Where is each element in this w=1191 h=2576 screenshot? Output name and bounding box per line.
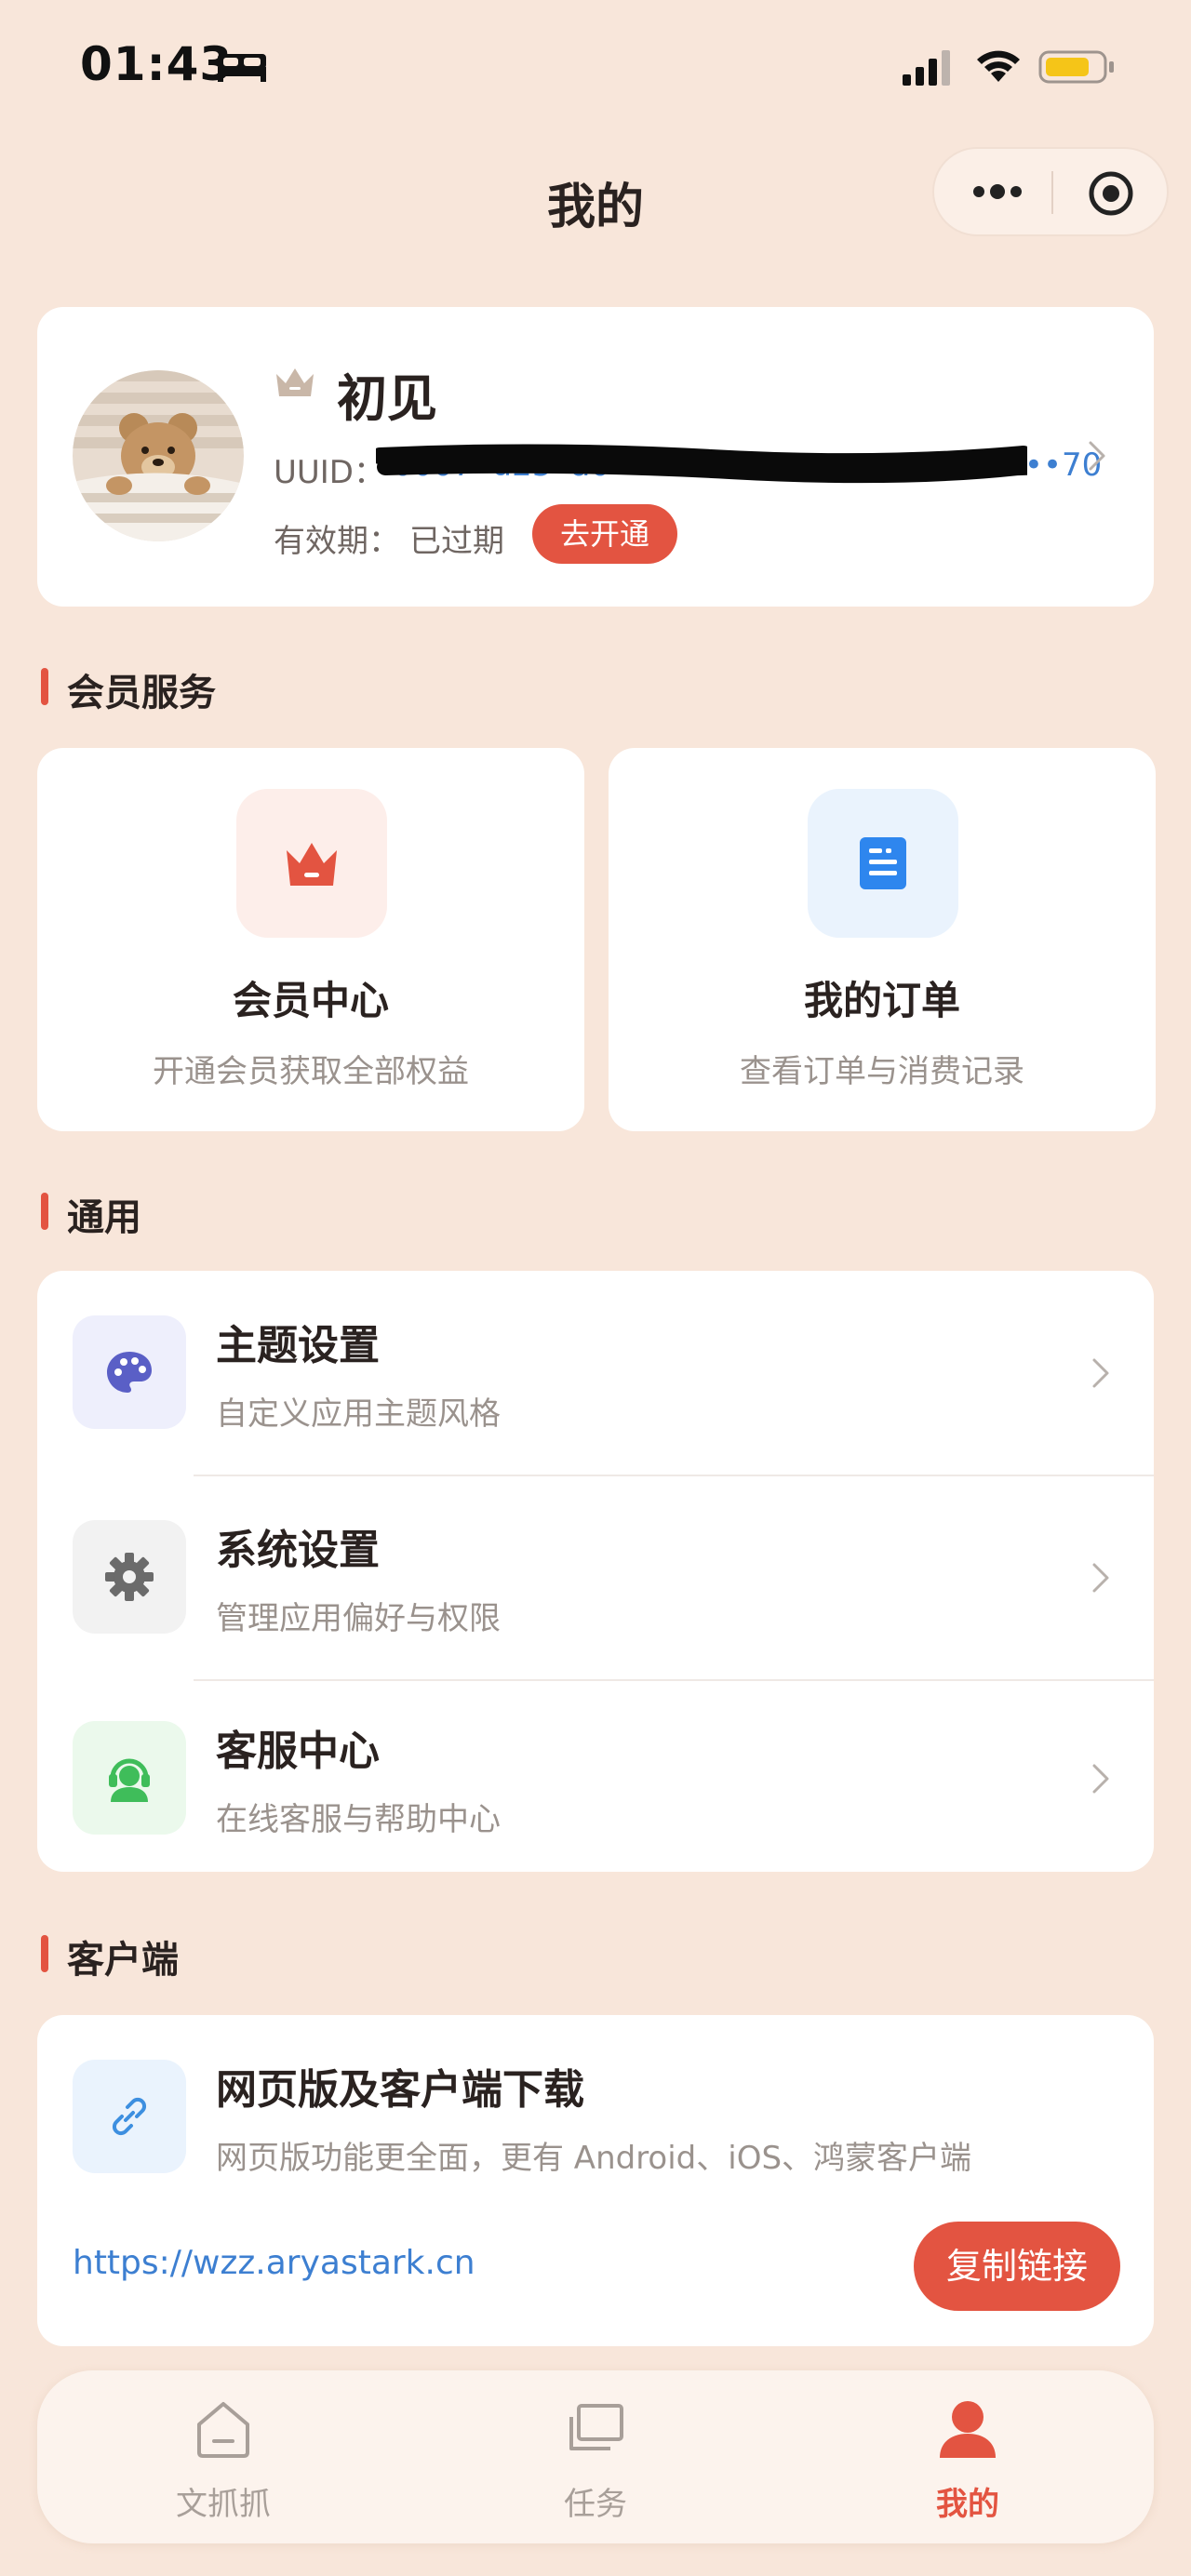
link-icon: [112, 2097, 147, 2136]
member-center-icon-bg: [236, 789, 387, 938]
client-download-card: 网页版及客户端下载 网页版功能更全面，更有 Android、iOS、鸿蒙客户端 …: [37, 2015, 1154, 2346]
tab-home[interactable]: 文抓抓: [37, 2370, 409, 2543]
member-center-subtitle: 开通会员获取全部权益: [153, 1053, 469, 1090]
theme-icon-bg: [73, 1315, 186, 1429]
mini-program-capsule: [932, 147, 1169, 236]
my-orders-icon-bg: [808, 789, 958, 938]
activate-button[interactable]: 去开通: [532, 504, 677, 564]
customer-service-subtitle: 在线客服与帮助中心: [216, 1801, 501, 1838]
avatar[interactable]: [73, 370, 244, 541]
target-icon[interactable]: [1087, 169, 1135, 218]
section-title-member: 会员服务: [67, 672, 216, 714]
chevron-right-icon: [1092, 1764, 1109, 1794]
document-icon: [860, 837, 906, 889]
section-accent-bar: [41, 1935, 48, 1972]
list-item-theme-settings[interactable]: 主题设置 自定义应用主题风格: [37, 1271, 1154, 1475]
nickname: 初见: [337, 369, 437, 428]
gear-icon: [105, 1553, 154, 1601]
tab-mine-label: 我的: [936, 2486, 999, 2523]
link-icon-bg: [73, 2060, 186, 2173]
list-item-customer-service[interactable]: 客服中心 在线客服与帮助中心: [37, 1680, 1154, 1885]
copy-link-button[interactable]: 复制链接: [914, 2222, 1120, 2311]
theme-settings-title: 主题设置: [216, 1322, 380, 1369]
signal-icon: [903, 50, 950, 86]
section-title-client: 客户端: [67, 1939, 179, 1982]
bottom-tab-bar: 文抓抓 任务 我的: [37, 2370, 1154, 2543]
headset-icon: [109, 1758, 150, 1802]
customer-service-title: 客服中心: [216, 1728, 380, 1775]
profile-card[interactable]: 初见 UUID： f0007•d25•a0••1fe5b••••••••••00…: [37, 307, 1154, 607]
tab-tasks[interactable]: 任务: [409, 2370, 782, 2543]
more-dots-icon[interactable]: [968, 173, 1027, 210]
my-orders-tile[interactable]: 我的订单 查看订单与消费记录: [609, 748, 1156, 1131]
system-icon-bg: [73, 1520, 186, 1634]
section-accent-bar: [41, 1193, 48, 1230]
bed-icon: [218, 54, 266, 82]
capsule-divider: [1051, 171, 1053, 214]
expiry-status: 已过期: [409, 523, 504, 560]
download-title: 网页版及客户端下载: [216, 2066, 584, 2114]
chevron-right-icon: [1089, 441, 1105, 471]
my-orders-subtitle: 查看订单与消费记录: [740, 1053, 1024, 1090]
palette-icon: [107, 1352, 152, 1393]
person-icon: [940, 2401, 996, 2458]
my-orders-title: 我的订单: [803, 978, 960, 1023]
chevron-right-icon: [1092, 1358, 1109, 1388]
teddy-bear-avatar-image: [73, 370, 244, 541]
status-bar: 01:43: [0, 0, 1191, 130]
battery-icon: [1038, 50, 1114, 84]
system-settings-subtitle: 管理应用偏好与权限: [216, 1600, 501, 1637]
tab-home-label: 文抓抓: [176, 2486, 271, 2523]
redaction-scribble: [376, 444, 1027, 484]
section-accent-bar: [41, 668, 48, 705]
download-url-link[interactable]: https://wzz.aryastark.cn: [73, 2244, 475, 2282]
list-item-system-settings[interactable]: 系统设置 管理应用偏好与权限: [37, 1475, 1154, 1680]
expiry-label: 有效期：: [274, 523, 400, 560]
uuid-label: UUID：: [274, 454, 385, 491]
system-settings-title: 系统设置: [216, 1527, 380, 1574]
download-subtitle: 网页版功能更全面，更有 Android、iOS、鸿蒙客户端: [216, 2140, 972, 2177]
general-settings-list: 主题设置 自定义应用主题风格 系统设置 管理应用偏好与权限 客服中心 在线客服与…: [37, 1271, 1154, 1872]
chevron-right-icon: [1092, 1563, 1109, 1593]
section-title-general: 通用: [67, 1196, 141, 1239]
theme-settings-subtitle: 自定义应用主题风格: [216, 1395, 501, 1433]
wifi-icon: [977, 50, 1020, 82]
tab-tasks-label: 任务: [564, 2486, 627, 2523]
crown-icon: [276, 368, 314, 396]
crown-icon: [287, 843, 337, 886]
customer-service-icon-bg: [73, 1721, 186, 1835]
stack-icon: [569, 2404, 623, 2450]
home-icon: [197, 2402, 249, 2458]
member-center-tile[interactable]: 会员中心 开通会员获取全部权益: [37, 748, 584, 1131]
status-time: 01:43: [80, 37, 234, 91]
tab-mine[interactable]: 我的: [782, 2370, 1154, 2543]
member-center-title: 会员中心: [232, 978, 389, 1023]
